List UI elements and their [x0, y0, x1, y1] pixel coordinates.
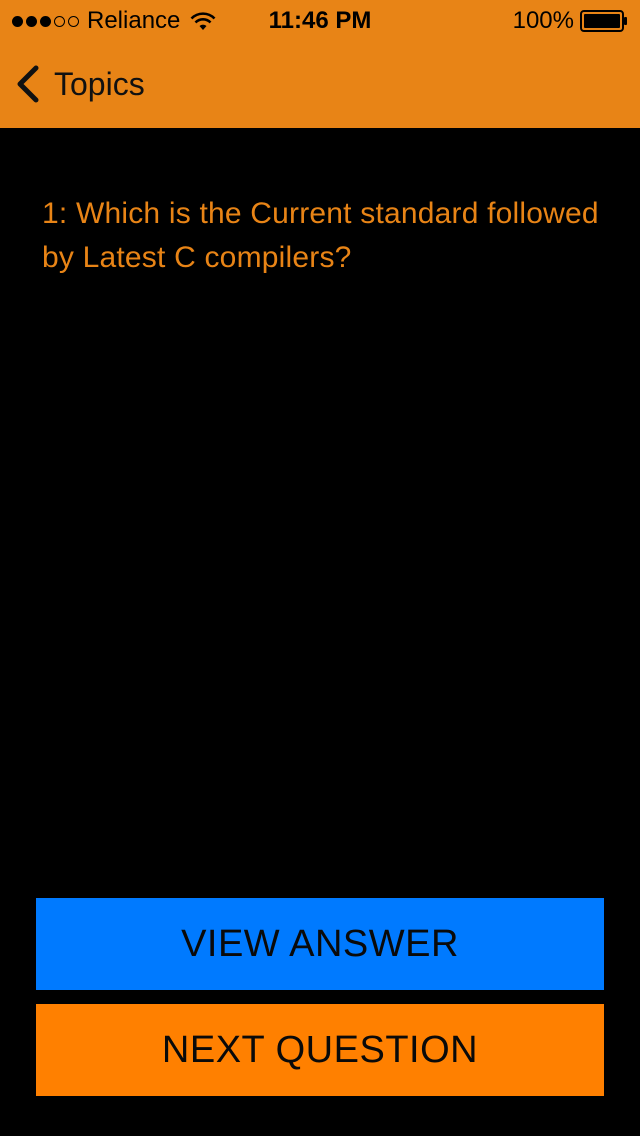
back-button-label: Topics	[54, 66, 145, 102]
chevron-left-icon	[17, 65, 39, 103]
navigation-header: Reliance 11:46 PM 100% Topics	[0, 0, 640, 128]
battery-icon	[580, 10, 627, 32]
question-text: 1: Which is the Current standard followe…	[42, 197, 599, 274]
status-right: 100%	[513, 7, 628, 35]
app-screen: Reliance 11:46 PM 100% Topics 1: Which i…	[0, 0, 640, 1136]
next-question-button[interactable]: NEXT QUESTION	[36, 1004, 604, 1096]
back-button[interactable]: Topics	[14, 62, 145, 106]
view-answer-button[interactable]: VIEW ANSWER	[36, 898, 604, 990]
status-bar: Reliance 11:46 PM 100%	[0, 0, 640, 40]
battery-percentage: 100%	[512, 7, 574, 34]
